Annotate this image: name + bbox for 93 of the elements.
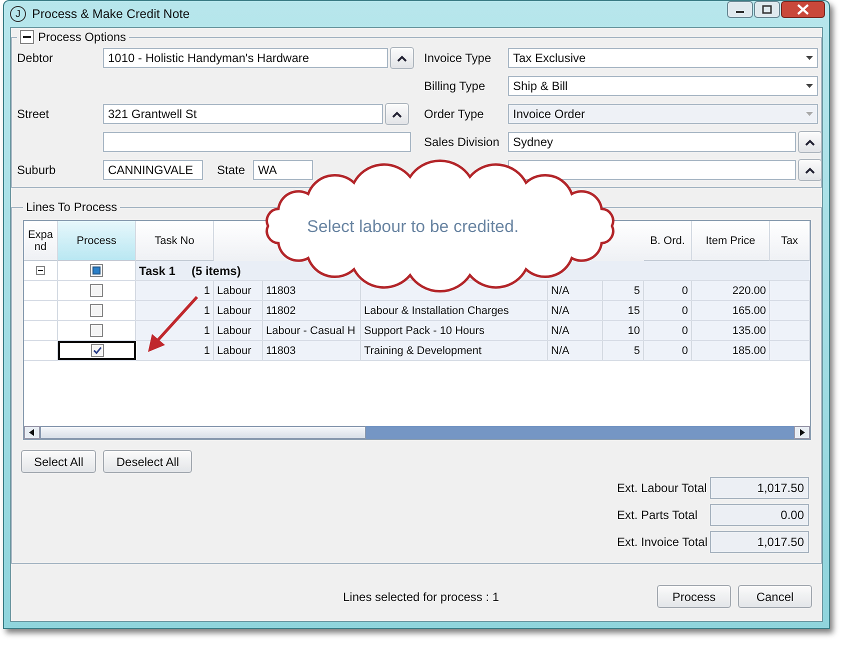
field-label: Order Type <box>424 107 485 121</box>
chevron-up-icon <box>805 138 815 146</box>
input-field[interactable]: CANNINGVALE <box>103 160 203 180</box>
group-title: Process Options <box>38 30 126 44</box>
table-cell: Labour <box>217 344 252 356</box>
dropdown[interactable]: Ship & Bill <box>508 76 818 96</box>
table-cell: 10 <box>628 324 640 336</box>
item-count: (5 items) <box>191 264 241 278</box>
dropdown-arrow-icon <box>806 56 813 60</box>
scroll-left-icon[interactable] <box>24 426 40 439</box>
checkbox[interactable] <box>90 264 103 277</box>
table-cell: 185.00 <box>732 344 766 356</box>
field-label: Sales Division <box>424 135 500 149</box>
table-cell: N/A <box>551 304 570 316</box>
table-cell: Labour & Installation Charges <box>364 304 509 316</box>
table-cell: Labour <box>217 304 252 316</box>
table-cell: N/A <box>551 344 570 356</box>
deselect-all-button[interactable]: Deselect All <box>103 450 192 473</box>
table-cell: 15 <box>628 304 640 316</box>
close-icon[interactable] <box>781 1 825 18</box>
total-label: Ext. Labour Total <box>617 481 708 495</box>
dropdown[interactable]: Tax Exclusive <box>508 48 818 68</box>
callout-text: Select labour to be credited. <box>307 217 519 237</box>
checkbox[interactable] <box>90 344 104 357</box>
total-field: 0.00 <box>710 504 809 526</box>
input-field[interactable]: WA <box>253 160 314 180</box>
field-label: Debtor <box>17 51 54 65</box>
field-label: Suburb <box>17 163 57 177</box>
table-cell: 5 <box>634 284 640 296</box>
table-cell: 0 <box>682 304 688 316</box>
lookup-button[interactable] <box>798 131 822 153</box>
input-field[interactable]: 1010 - Holistic Handyman's Hardware <box>103 48 388 68</box>
table-cell: N/A <box>551 324 570 336</box>
chevron-up-icon <box>805 166 815 174</box>
lookup-button[interactable] <box>798 159 822 181</box>
group-title: Lines To Process <box>26 200 118 214</box>
action-button[interactable]: Process <box>657 585 731 608</box>
table-cell: Labour <box>217 324 252 336</box>
total-label: Ext. Invoice Total <box>617 535 708 549</box>
input-field[interactable]: 321 Grantwell St <box>103 104 383 124</box>
table-cell: 11802 <box>266 304 296 316</box>
field-label: Street <box>17 107 50 121</box>
table-cell: 0 <box>682 284 688 296</box>
table-cell: 1 <box>204 344 210 356</box>
app-logo: J <box>10 6 26 22</box>
header-cell[interactable]: Process <box>58 221 136 261</box>
input-field[interactable] <box>103 132 411 152</box>
table-cell: 5 <box>634 344 640 356</box>
status-text: Lines selected for process : 1 <box>343 590 500 604</box>
maximize-icon[interactable] <box>754 1 780 18</box>
dropdown-arrow-icon <box>806 112 813 116</box>
field-label: State <box>217 163 246 177</box>
scroll-right-icon[interactable] <box>794 426 810 439</box>
collapse-icon[interactable] <box>20 30 34 44</box>
checkbox[interactable] <box>90 304 103 317</box>
table-cell: 1 <box>204 304 210 316</box>
chevron-up-icon <box>397 54 407 62</box>
checkbox[interactable] <box>90 284 103 297</box>
pointer-arrow <box>148 296 198 352</box>
lookup-button[interactable] <box>385 103 409 125</box>
table-cell: 1 <box>204 324 210 336</box>
table-cell: 220.00 <box>732 284 766 296</box>
field-label: Invoice Type <box>424 51 492 65</box>
table-cell[interactable] <box>58 341 136 360</box>
lookup-button[interactable] <box>390 47 414 69</box>
table-cell: N/A <box>551 284 570 296</box>
total-field: 1,017.50 <box>710 477 809 499</box>
collapse-icon[interactable] <box>36 266 45 275</box>
table-cell: 11803 <box>266 284 296 296</box>
table-cell: 165.00 <box>732 304 766 316</box>
input-field[interactable]: Sydney <box>508 132 796 152</box>
total-label: Ext. Parts Total <box>617 508 698 522</box>
chevron-up-icon <box>392 110 402 118</box>
table-cell: 1 <box>204 284 210 296</box>
dropdown-arrow-icon <box>806 84 813 88</box>
select-all-button[interactable]: Select All <box>21 450 96 473</box>
table-cell: Labour <box>217 284 252 296</box>
checkbox[interactable] <box>90 324 103 337</box>
input-field[interactable] <box>508 160 796 180</box>
minimize-icon[interactable] <box>727 1 753 18</box>
horizontal-scrollbar[interactable] <box>24 426 810 439</box>
group-title: Task 1 <box>139 264 176 278</box>
window-title: Process & Make Credit Note <box>32 7 190 21</box>
action-button[interactable]: Cancel <box>738 585 812 608</box>
field-label: Billing Type <box>424 79 486 93</box>
table-cell: 0 <box>682 324 688 336</box>
table-cell: 0 <box>682 344 688 356</box>
table-cell: 135.00 <box>732 324 766 336</box>
table-cell: Support Pack - 10 Hours <box>364 324 484 336</box>
table-cell: Labour - Casual H <box>266 324 356 336</box>
table-cell: 11803 <box>266 344 296 356</box>
total-field: 1,017.50 <box>710 531 809 553</box>
table-cell: Training & Development <box>364 344 482 356</box>
